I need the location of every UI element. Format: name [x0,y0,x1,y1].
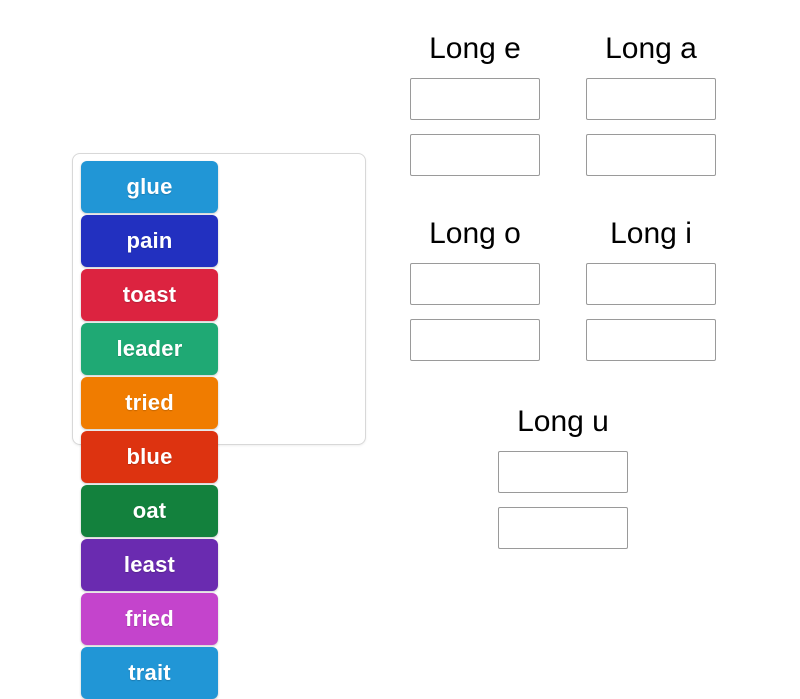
drop-slot[interactable] [410,263,540,305]
word-tile[interactable]: least [81,539,218,591]
drop-slot-group [561,263,741,361]
category-title: Long e [429,32,521,65]
drop-slot[interactable] [498,507,628,549]
drop-slot-group [385,263,565,361]
category-title: Long a [605,32,697,65]
activity-stage: glue pain toast leader tried blue oat least frie… [0,0,800,699]
drop-slot[interactable] [498,451,628,493]
category-long-o: Long o [385,219,565,361]
word-tile[interactable]: leader [81,323,218,375]
drop-slot-group [385,78,565,176]
drop-slot[interactable] [586,78,716,120]
drop-slot[interactable] [410,78,540,120]
category-long-a: Long a [561,34,741,176]
word-tile[interactable]: toast [81,269,218,321]
word-bank-tray: glue pain toast leader tried blue oat least frie… [72,153,366,699]
drop-slot[interactable] [586,134,716,176]
category-long-e: Long e [385,34,565,176]
drop-slot[interactable] [410,134,540,176]
category-long-u: Long u [473,407,653,549]
drop-slot-group [561,78,741,176]
drop-slot[interactable] [586,263,716,305]
drop-slot[interactable] [586,319,716,361]
word-tile[interactable]: trait [81,647,218,699]
word-tile[interactable]: tried [81,377,218,429]
category-title: Long i [610,217,692,250]
word-tile[interactable]: fried [81,593,218,645]
drop-slot[interactable] [410,319,540,361]
drop-slot-group [473,451,653,549]
category-title: Long u [517,405,609,438]
word-tile[interactable]: oat [81,485,218,537]
word-tile[interactable]: glue [81,161,218,213]
word-tile[interactable]: pain [81,215,218,267]
word-tile[interactable]: blue [81,431,218,483]
category-long-i: Long i [561,219,741,361]
category-title: Long o [429,217,521,250]
